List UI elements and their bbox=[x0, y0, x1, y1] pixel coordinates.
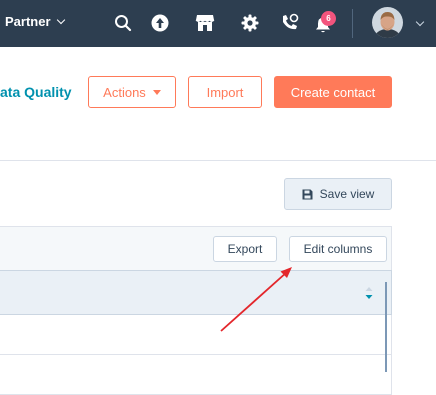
create-contact-label: Create contact bbox=[290, 84, 376, 100]
save-view-label: Save view bbox=[319, 187, 375, 201]
edit-columns-label: Edit columns bbox=[303, 242, 373, 256]
export-label: Export bbox=[227, 242, 263, 256]
settings-icon[interactable] bbox=[239, 12, 261, 34]
actions-button[interactable]: Actions bbox=[88, 76, 176, 108]
account-label: Partner bbox=[5, 14, 51, 29]
top-navigation-bar: Partner 6 bbox=[0, 0, 436, 47]
export-button[interactable]: Export bbox=[213, 236, 277, 262]
edit-columns-button[interactable]: Edit columns bbox=[289, 236, 387, 262]
caret-down-icon bbox=[152, 89, 161, 95]
table-header-row bbox=[0, 270, 392, 315]
table-row[interactable] bbox=[0, 315, 392, 355]
account-menu[interactable]: Partner bbox=[5, 14, 65, 29]
scrollbar[interactable] bbox=[385, 282, 387, 372]
save-icon bbox=[302, 189, 313, 199]
create-contact-button[interactable]: Create contact bbox=[274, 76, 392, 108]
notification-badge: 6 bbox=[321, 11, 336, 26]
upgrade-icon[interactable] bbox=[149, 12, 171, 34]
marketplace-icon[interactable] bbox=[194, 12, 216, 34]
table-row[interactable] bbox=[0, 355, 392, 395]
data-quality-link[interactable]: ata Quality bbox=[0, 84, 72, 100]
import-button[interactable]: Import bbox=[188, 76, 262, 108]
header-divider bbox=[0, 160, 436, 161]
avatar[interactable] bbox=[372, 7, 403, 38]
sort-icon[interactable] bbox=[365, 286, 373, 300]
import-label: Import bbox=[206, 84, 244, 100]
calling-icon[interactable] bbox=[279, 12, 301, 34]
account-chevron-down-icon[interactable] bbox=[415, 17, 425, 27]
save-view-button[interactable]: Save view bbox=[284, 178, 392, 210]
search-icon[interactable] bbox=[112, 12, 134, 34]
chevron-down-icon bbox=[56, 15, 65, 24]
actions-label: Actions bbox=[103, 84, 146, 100]
nav-divider bbox=[352, 9, 353, 38]
